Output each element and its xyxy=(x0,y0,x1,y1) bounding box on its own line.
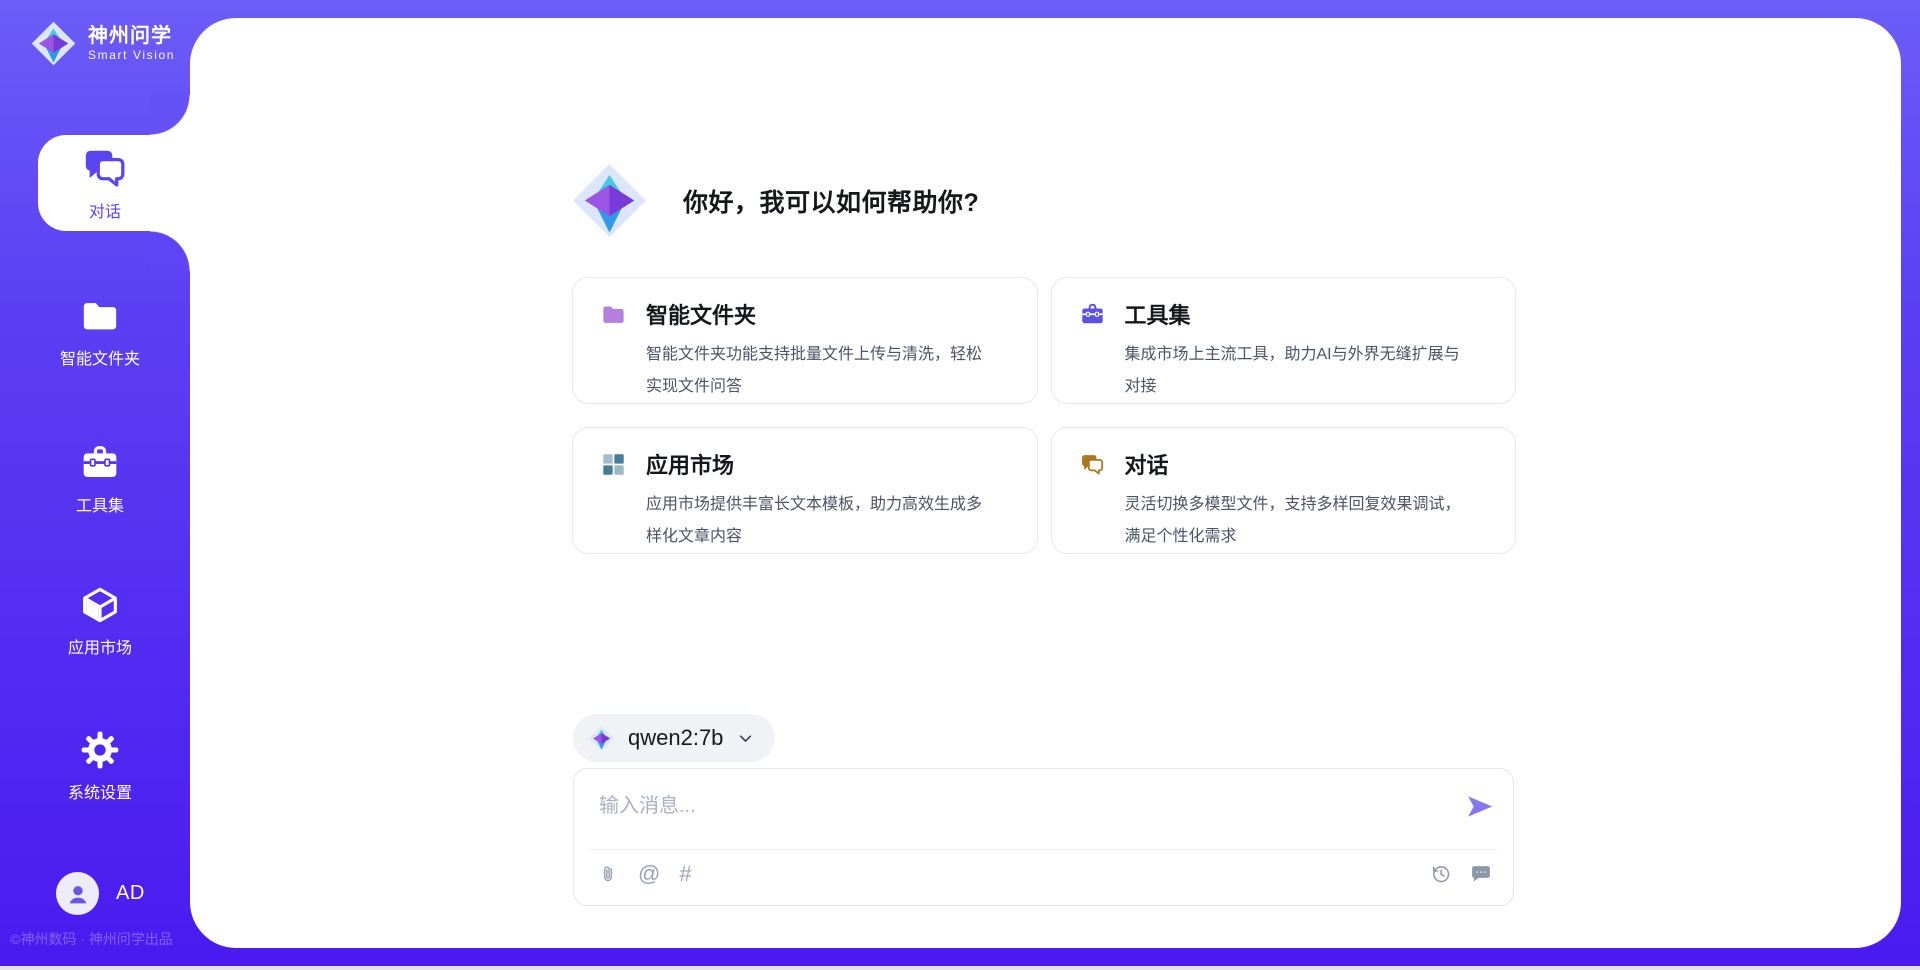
main-panel: 你好，我可以如何帮助你? 智能文件夹 智能文件夹功能支持批量文件上传与清洗，轻松… xyxy=(190,18,1901,948)
sidebar-item-label: 应用市场 xyxy=(68,634,132,658)
window-bottom-edge xyxy=(0,966,1920,970)
card-description: 灵活切换多模型文件，支持多样回复效果调试，满足个性化需求 xyxy=(1125,489,1471,553)
card-title: 应用市场 xyxy=(646,448,734,480)
sidebar-item-label: 系统设置 xyxy=(68,779,132,803)
sidebar-item-label: 对话 xyxy=(89,198,121,222)
card-description: 集成市场上主流工具，助力AI与外界无缝扩展与对接 xyxy=(1125,339,1471,403)
message-composer: @ # xyxy=(573,768,1514,906)
avatar xyxy=(56,872,99,915)
greeting: 你好，我可以如何帮助你? xyxy=(570,161,979,240)
card-title: 智能文件夹 xyxy=(646,298,756,330)
card-smart-folder[interactable]: 智能文件夹 智能文件夹功能支持批量文件上传与清洗，轻松实现文件问答 xyxy=(572,277,1038,404)
model-selector[interactable]: qwen2:7b xyxy=(573,714,775,762)
history-icon[interactable] xyxy=(1430,863,1452,885)
folder-icon xyxy=(601,302,626,327)
message-input[interactable] xyxy=(597,787,1464,839)
chevron-down-icon xyxy=(736,729,755,748)
card-app-market[interactable]: 应用市场 应用市场提供丰富长文本模板，助力高效生成多样化文章内容 xyxy=(572,427,1038,554)
toolbox-icon xyxy=(1080,302,1105,327)
composer-tools-right xyxy=(1430,863,1492,885)
chat-bubble-icon[interactable] xyxy=(1470,863,1492,885)
user-name: AD xyxy=(116,882,145,905)
user-account[interactable]: AD xyxy=(56,872,145,915)
active-tab-curve-top xyxy=(150,95,190,135)
sidebar-item-smart-folder[interactable]: 智能文件夹 xyxy=(0,296,200,369)
copyright-footer: ©神州数码 · 神州问学出品 xyxy=(10,929,173,949)
paperclip-icon[interactable] xyxy=(597,863,619,885)
sidebar-item-app-market[interactable]: 应用市场 xyxy=(0,585,200,658)
composer-toolbar: @ # xyxy=(574,850,1513,885)
gear-icon xyxy=(80,730,120,770)
greeting-title: 你好，我可以如何帮助你? xyxy=(683,183,979,219)
model-name: qwen2:7b xyxy=(628,725,723,751)
brand-logo: 神州问学 Smart Vision xyxy=(30,20,175,67)
brand-text: 神州问学 Smart Vision xyxy=(88,25,175,62)
chat-icon xyxy=(1080,452,1105,477)
card-header: 应用市场 xyxy=(601,448,1009,480)
card-description: 应用市场提供丰富长文本模板，助力高效生成多样化文章内容 xyxy=(646,489,992,553)
card-header: 工具集 xyxy=(1080,298,1488,330)
sidebar-item-label: 智能文件夹 xyxy=(60,345,140,369)
app-window: 神州问学 Smart Vision 对话 智能文件夹 工具集 应用市场 系统设置… xyxy=(0,0,1920,970)
grid-icon xyxy=(601,452,626,477)
card-header: 对话 xyxy=(1080,448,1488,480)
cube-icon xyxy=(80,585,120,625)
card-header: 智能文件夹 xyxy=(601,298,1009,330)
sidebar-item-chat[interactable]: 对话 xyxy=(38,135,190,231)
brand-diamond-icon xyxy=(588,725,615,752)
person-icon xyxy=(65,881,91,907)
card-description: 智能文件夹功能支持批量文件上传与清洗，轻松实现文件问答 xyxy=(646,339,992,403)
feature-cards: 智能文件夹 智能文件夹功能支持批量文件上传与清洗，轻松实现文件问答 工具集 集成… xyxy=(572,277,1516,554)
sidebar-item-toolset[interactable]: 工具集 xyxy=(0,443,200,516)
chat-icon xyxy=(82,145,128,191)
hash-icon[interactable]: # xyxy=(679,863,691,885)
composer-tools-left: @ # xyxy=(597,863,692,885)
card-title: 对话 xyxy=(1125,448,1169,480)
card-title: 工具集 xyxy=(1125,298,1191,330)
sidebar-item-settings[interactable]: 系统设置 xyxy=(0,730,200,803)
send-icon[interactable] xyxy=(1464,791,1495,822)
brand-name: 神州问学 xyxy=(88,25,175,48)
folder-icon xyxy=(80,296,120,336)
brand-diamond-icon xyxy=(570,161,649,240)
card-toolset[interactable]: 工具集 集成市场上主流工具，助力AI与外界无缝扩展与对接 xyxy=(1051,277,1517,404)
at-icon[interactable]: @ xyxy=(638,863,660,885)
active-tab-curve-bottom xyxy=(150,231,190,271)
sidebar-item-label: 工具集 xyxy=(76,492,124,516)
card-chat[interactable]: 对话 灵活切换多模型文件，支持多样回复效果调试，满足个性化需求 xyxy=(1051,427,1517,554)
brand-diamond-icon xyxy=(30,20,77,67)
toolbox-icon xyxy=(80,443,120,483)
composer-input-row xyxy=(574,769,1513,839)
brand-subtitle: Smart Vision xyxy=(88,48,175,62)
